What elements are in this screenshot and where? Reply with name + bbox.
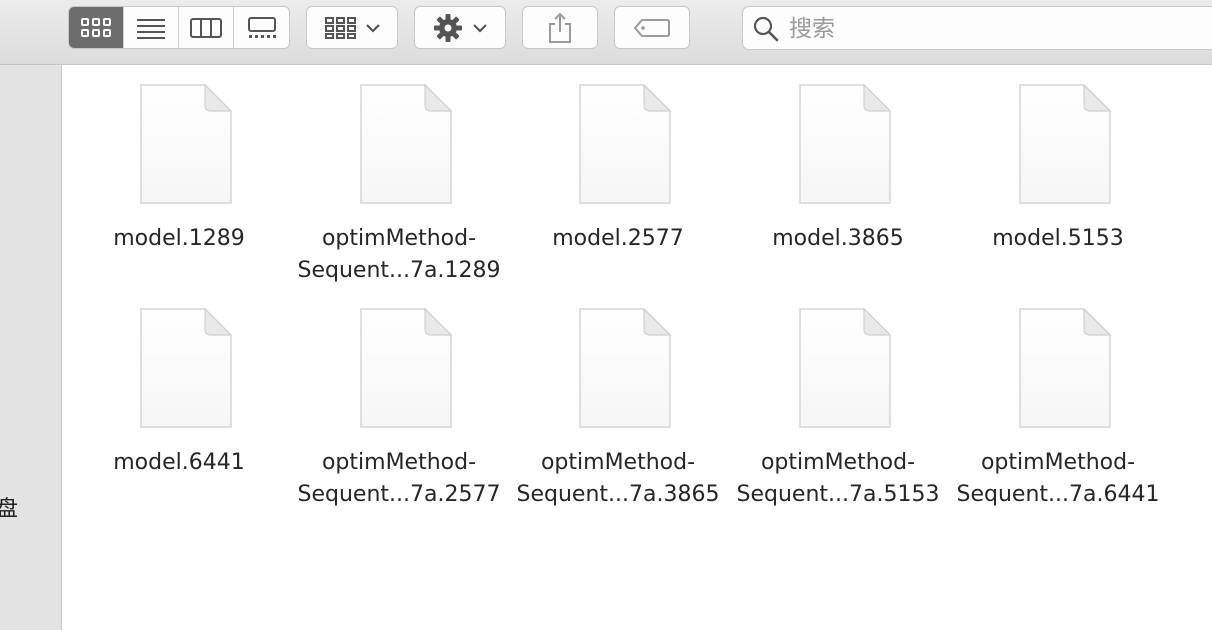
file-name-line2: Sequent...7a.2577 — [297, 482, 501, 507]
list-view-icon — [137, 18, 165, 39]
gear-icon — [434, 13, 462, 42]
file-name: optimMethod- Sequent...7a.3865 — [508, 447, 728, 511]
file-name-line1: model.5153 — [992, 226, 1124, 251]
file-name: model.2577 — [508, 223, 728, 255]
document-icon — [798, 83, 892, 205]
gallery-view-button[interactable] — [234, 7, 289, 48]
search-icon — [753, 16, 779, 42]
chevron-down-icon — [473, 23, 487, 33]
file-name: model.5153 — [948, 223, 1168, 255]
chevron-down-icon — [366, 23, 380, 33]
file-name-line1: model.3865 — [772, 226, 904, 251]
column-view-button[interactable] — [179, 7, 234, 48]
file-name-line2: Sequent...7a.1289 — [297, 258, 501, 283]
file-name: model.6441 — [69, 447, 289, 479]
share-button[interactable] — [522, 6, 598, 49]
gallery-view-icon — [247, 16, 276, 38]
column-view-icon — [190, 17, 222, 38]
document-icon — [578, 307, 672, 429]
file-name: optimMethod- Sequent...7a.1289 — [289, 223, 509, 287]
search-field[interactable]: 搜索 — [742, 6, 1212, 50]
share-icon — [549, 12, 571, 43]
document-icon — [139, 83, 233, 205]
file-name-line1: optimMethod- — [980, 450, 1136, 475]
document-icon — [1018, 307, 1112, 429]
file-name-line2: Sequent...7a.5153 — [736, 482, 940, 507]
file-name-line1: model.1289 — [113, 226, 245, 251]
file-name: optimMethod- Sequent...7a.6441 — [948, 447, 1168, 511]
tag-button[interactable] — [614, 6, 690, 49]
document-icon — [139, 307, 233, 429]
document-icon — [1018, 83, 1112, 205]
file-name-line1: optimMethod- — [540, 450, 696, 475]
document-icon — [359, 307, 453, 429]
icon-view-button[interactable] — [69, 7, 124, 48]
finder-toolbar: 搜索 — [0, 0, 1212, 65]
file-name: model.3865 — [728, 223, 948, 255]
file-name-line1: model.2577 — [552, 226, 684, 251]
list-view-button[interactable] — [124, 7, 179, 48]
file-name-line1: optimMethod- — [321, 450, 477, 475]
file-name-line2: Sequent...7a.6441 — [956, 482, 1160, 507]
file-name: optimMethod- Sequent...7a.2577 — [289, 447, 509, 511]
view-mode-segmented-control — [68, 6, 290, 49]
file-name: model.1289 — [69, 223, 289, 255]
sidebar: 盘 — [0, 65, 62, 630]
file-name-line1: optimMethod- — [321, 226, 477, 251]
group-grid-icon — [325, 16, 356, 39]
action-menu-button[interactable] — [414, 6, 506, 49]
file-name-line1: optimMethod- — [760, 450, 916, 475]
document-icon — [578, 83, 672, 205]
document-icon — [359, 83, 453, 205]
icon-view-icon — [81, 17, 111, 37]
sidebar-item-label[interactable]: 盘 — [0, 496, 18, 524]
file-name: optimMethod- Sequent...7a.5153 — [728, 447, 948, 511]
file-name-line2: Sequent...7a.3865 — [516, 482, 720, 507]
tag-icon — [633, 18, 670, 37]
group-by-button[interactable] — [306, 6, 398, 49]
file-name-line1: model.6441 — [113, 450, 245, 475]
file-icon-grid: model.1289 optimMethod- Sequent...7a.1289 m… — [62, 65, 1212, 630]
document-icon — [798, 307, 892, 429]
search-placeholder: 搜索 — [789, 16, 835, 42]
